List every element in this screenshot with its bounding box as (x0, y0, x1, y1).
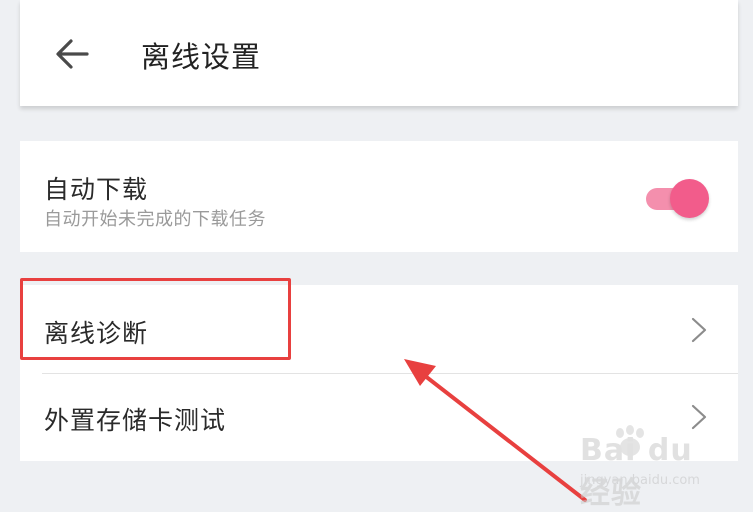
watermark: Bai du 经验 jingyan.baidu.com (580, 425, 730, 511)
watermark-url: jingyan.baidu.com (580, 473, 700, 488)
